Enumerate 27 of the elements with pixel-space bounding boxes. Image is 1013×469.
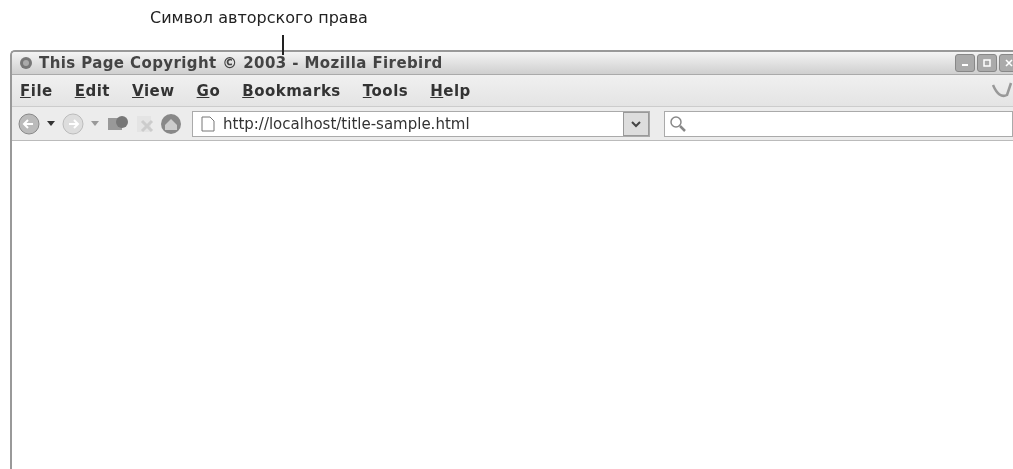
annotation-label: Символ авторского права [150, 8, 368, 27]
menu-item[interactable]: View [132, 81, 175, 100]
minimize-button[interactable] [955, 54, 975, 72]
dropdown-button[interactable] [623, 111, 649, 136]
close-button[interactable] [999, 54, 1013, 72]
search-field[interactable] [664, 110, 1013, 137]
back-history-button[interactable] [47, 120, 55, 127]
app-icon [18, 55, 34, 71]
menu-item[interactable]: Go [196, 81, 221, 100]
menu-item[interactable]: Bookmarks [242, 81, 341, 100]
back-button[interactable] [18, 112, 40, 135]
menu-item[interactable]: Edit [74, 81, 111, 100]
address-field[interactable]: http://localhost/title-sample.html [192, 110, 650, 137]
window-title: This Page Copyright © 2003 - Mozilla Firebird [39, 54, 443, 72]
forward-history-button[interactable] [91, 120, 99, 127]
maximize-button[interactable] [977, 54, 997, 72]
menu-item[interactable]: File [20, 81, 53, 100]
home-button[interactable] [160, 112, 182, 135]
menu-item[interactable]: Tools [362, 81, 409, 100]
close-icon [1004, 58, 1013, 68]
search-icon [669, 114, 687, 133]
maximize-icon [982, 58, 992, 68]
leader-line [282, 35, 284, 55]
chevron-icon [631, 119, 641, 128]
menu-item[interactable]: Help [430, 81, 471, 100]
page-icon [201, 115, 215, 132]
forward-button[interactable] [62, 112, 84, 135]
